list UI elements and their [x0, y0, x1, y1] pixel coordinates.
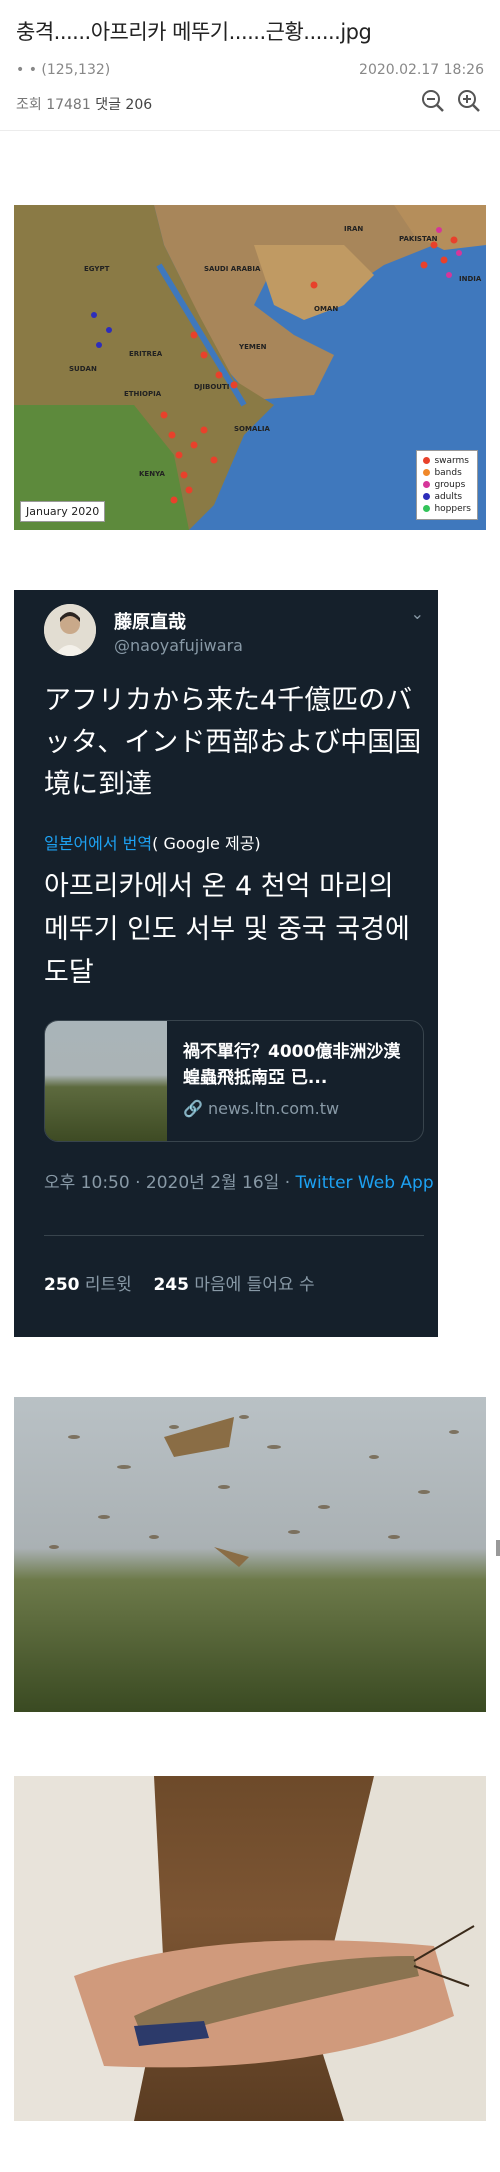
- legend-item-bands: bands: [423, 467, 471, 479]
- map-label-india: INDIA: [459, 275, 482, 283]
- legend-item-adults: adults: [423, 491, 471, 503]
- hand-graphic: [14, 1776, 486, 2121]
- groups-dot-icon: [423, 481, 431, 488]
- zoom-out-icon[interactable]: [420, 88, 446, 114]
- tweet-text-original: アフリカから来た4千億匹のバッタ、インド西部および中国国境に到達: [44, 685, 422, 800]
- map-label-eritrea: ERITREA: [129, 350, 163, 358]
- view-count: 조회 17481: [16, 97, 91, 113]
- post-header: 충격......아프리카 메뚜기......근황......jpg • • (1…: [0, 0, 500, 131]
- link-card[interactable]: 禍不單行？4000億非洲沙漠蝗蟲飛抵南亞 已... 🔗 news.ltn.com…: [44, 1020, 424, 1142]
- like-label: 마음에 들어요 수: [194, 1275, 315, 1295]
- locust-swarm-photo[interactable]: [14, 1397, 486, 1712]
- translation-note: 일본어에서 번역( Google 제공): [44, 830, 261, 854]
- legend-item-groups: groups: [423, 479, 471, 491]
- map-label-ethiopia: ETHIOPIA: [124, 390, 162, 398]
- tweet-author-handle[interactable]: @naoyafujiwara: [114, 636, 243, 655]
- divider: [44, 1235, 424, 1236]
- map-label-kenya: KENYA: [139, 470, 165, 478]
- map-label-oman: OMAN: [314, 305, 339, 313]
- post-title: 충격......아프리카 메뚜기......근황......jpg: [16, 20, 372, 44]
- link-card-domain: 🔗 news.ltn.com.tw: [183, 1099, 340, 1118]
- map-caption: January 2020: [20, 501, 106, 522]
- author-info[interactable]: • • (125,132): [16, 62, 110, 78]
- post-stats: 조회 17481 댓글 206: [16, 94, 152, 114]
- map-label-yemen: YEMEN: [239, 343, 267, 351]
- post-date: 2020.02.17 18:26: [359, 62, 484, 78]
- zoom-in-icon[interactable]: [456, 88, 482, 114]
- tweet-timestamp: 오후 10:50 · 2020년 2월 16일 · Twitter Web Ap…: [44, 1173, 434, 1193]
- scroll-indicator: [496, 1540, 500, 1556]
- locust-on-hand-photo[interactable]: [14, 1776, 486, 2121]
- map-label-sudan: SUDAN: [69, 365, 97, 373]
- tweet-screenshot: 藤原直哉 @naoyafujiwara ⌄ アフリカから来た4千億匹のバッタ、イ…: [14, 590, 438, 1337]
- swarms-dot-icon: [423, 457, 431, 464]
- link-card-thumbnail: [45, 1021, 167, 1141]
- locust-map-image[interactable]: EGYPT SAUDI ARABIA OMAN YEMEN SUDAN ERIT…: [14, 205, 486, 530]
- comment-count[interactable]: 댓글 206: [95, 97, 152, 113]
- tweet-text-translated: 아프리카에서 온 4 천억 마리의 메뚜기 인도 서부 및 중국 국경에 도달: [44, 871, 410, 988]
- bands-dot-icon: [423, 469, 431, 476]
- tweet-author-name[interactable]: 藤原直哉: [114, 608, 186, 634]
- translated-by: ( Google 제공): [152, 834, 261, 853]
- translated-from-link[interactable]: 일본어에서 번역: [44, 834, 152, 853]
- tweet-source-link[interactable]: Twitter Web App: [296, 1173, 434, 1193]
- chevron-down-icon[interactable]: ⌄: [411, 604, 424, 623]
- avatar-image: [44, 604, 96, 656]
- like-count[interactable]: 245: [153, 1275, 189, 1295]
- avatar[interactable]: [44, 604, 96, 656]
- map-label-egypt: EGYPT: [84, 265, 110, 273]
- link-card-title: 禍不單行？4000億非洲沙漠蝗蟲飛抵南亞 已...: [183, 1042, 401, 1088]
- hoppers-dot-icon: [423, 505, 431, 512]
- map-label-pakistan: PAKISTAN: [399, 235, 438, 243]
- legend-item-hoppers: hoppers: [423, 503, 471, 515]
- map-legend: swarms bands groups adults hoppers: [416, 450, 478, 520]
- swarm-graphic: [49, 1415, 459, 1567]
- tweet-stats: 250 리트윗 245 마음에 들어요 수: [44, 1270, 315, 1295]
- map-label-somalia: SOMALIA: [234, 425, 270, 433]
- map-label-iran: IRAN: [344, 225, 364, 233]
- link-icon: 🔗: [183, 1099, 203, 1118]
- map-label-saudi-arabia: SAUDI ARABIA: [204, 265, 261, 273]
- retweet-count[interactable]: 250: [44, 1275, 80, 1295]
- legend-item-swarms: swarms: [423, 455, 471, 467]
- retweet-label: 리트윗: [84, 1275, 132, 1295]
- map-label-djibouti: DJIBOUTI: [194, 383, 230, 391]
- adults-dot-icon: [423, 493, 431, 500]
